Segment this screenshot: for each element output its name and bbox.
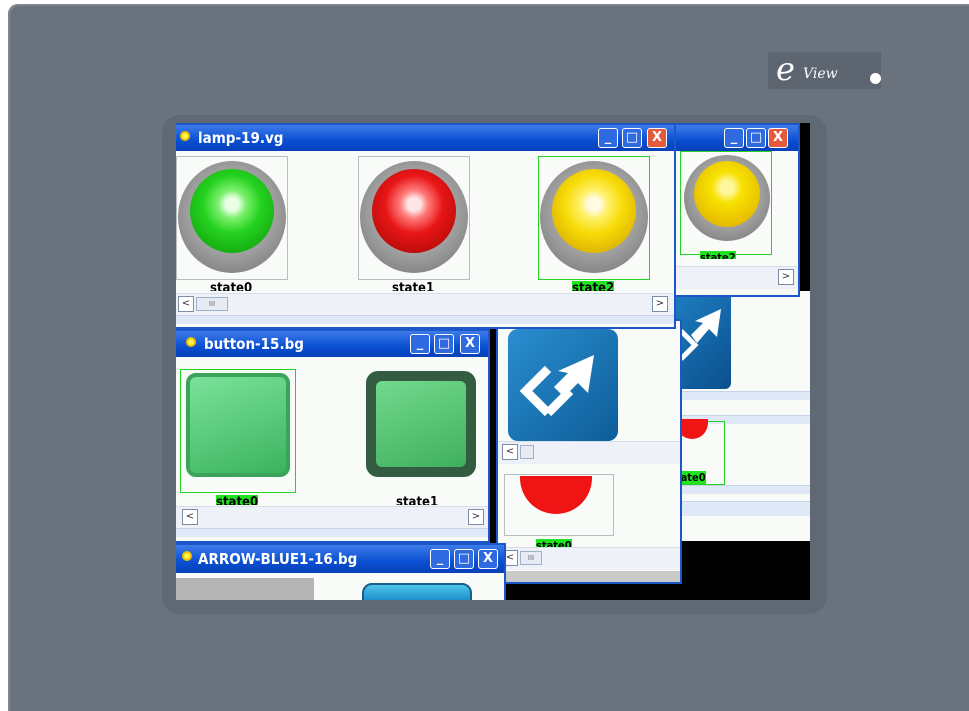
minimize-button[interactable]: _ bbox=[598, 128, 618, 148]
logo-letter: e bbox=[776, 50, 795, 88]
green-button-state0 bbox=[186, 373, 290, 477]
scroll-strip bbox=[668, 501, 810, 516]
maximize-button[interactable]: □ bbox=[746, 128, 766, 148]
scroll-left-arrow[interactable]: < bbox=[502, 444, 518, 460]
window-blue-arrow-back: state0 bbox=[668, 291, 810, 541]
window-arrow-blue: ARROW-BLUE1-16.bg _ □ X bbox=[176, 543, 506, 600]
window-title: button-15.bg bbox=[204, 335, 304, 353]
state-label: state1 bbox=[396, 495, 439, 505]
minimize-button[interactable]: _ bbox=[430, 549, 450, 569]
minimize-button[interactable]: _ bbox=[410, 334, 430, 354]
horizontal-scrollbar[interactable]: < III > bbox=[176, 293, 674, 316]
scroll-thumb[interactable] bbox=[520, 445, 534, 459]
gear-icon bbox=[186, 337, 196, 347]
window-title: lamp-19.vg bbox=[198, 129, 284, 147]
lamp-green bbox=[190, 169, 274, 253]
window-titlebar: ARROW-BLUE1-16.bg _ □ X bbox=[176, 545, 504, 573]
window-content: state2 > bbox=[670, 151, 798, 295]
horizontal-scrollbar[interactable]: < III bbox=[498, 547, 680, 570]
lamp-yellow bbox=[694, 161, 760, 227]
lamp-red bbox=[372, 169, 456, 253]
window-title: ARROW-BLUE1-16.bg bbox=[198, 550, 358, 568]
state-label: state0 bbox=[536, 539, 572, 547]
gray-panel bbox=[176, 578, 314, 600]
arrow-image bbox=[508, 329, 618, 441]
state-label: state2 bbox=[572, 281, 615, 291]
scroll-strip bbox=[176, 315, 674, 324]
power-led bbox=[870, 73, 881, 84]
scroll-left-arrow[interactable]: < bbox=[178, 296, 194, 312]
window-content: state0 state1 state2 < III > bbox=[176, 151, 674, 327]
window-content: state0 state1 < > bbox=[176, 357, 488, 541]
hmi-screen: state0 _ □ X state2 > < state0 < III but… bbox=[176, 123, 810, 600]
gear-icon bbox=[180, 131, 190, 141]
state-label: state1 bbox=[392, 281, 435, 291]
scroll-thumb[interactable]: III bbox=[196, 297, 228, 311]
gray-panel bbox=[498, 571, 680, 582]
close-button[interactable]: X bbox=[460, 334, 480, 354]
scroll-left-arrow[interactable]: < bbox=[182, 509, 198, 525]
horizontal-scrollbar[interactable]: < > bbox=[176, 506, 488, 529]
window-lamp-back: _ □ X state2 > bbox=[668, 123, 800, 297]
window-lamp: lamp-19.vg _ □ X state0 state1 state2 < bbox=[176, 123, 676, 329]
window-content bbox=[176, 573, 504, 600]
scroll-strip bbox=[668, 485, 810, 494]
close-button[interactable]: X bbox=[478, 549, 498, 569]
state-label: state0 bbox=[216, 495, 259, 505]
state-label: state2 bbox=[700, 251, 736, 259]
horizontal-scrollbar[interactable]: < bbox=[498, 441, 680, 464]
blue-button-partial bbox=[362, 583, 472, 600]
window-button: button-15.bg _ □ X state0 state1 < > bbox=[176, 329, 490, 543]
close-button[interactable]: X bbox=[647, 128, 667, 148]
scroll-right-arrow[interactable]: > bbox=[652, 296, 668, 312]
gear-icon bbox=[182, 551, 192, 561]
scroll-thumb[interactable]: III bbox=[520, 551, 542, 565]
scroll-right-arrow[interactable]: > bbox=[468, 509, 484, 525]
maximize-button[interactable]: □ bbox=[454, 549, 474, 569]
green-button-state1-face bbox=[376, 381, 466, 467]
scroll-right-arrow[interactable]: > bbox=[778, 269, 794, 285]
horizontal-scrollbar[interactable]: > bbox=[670, 266, 798, 289]
eview-logo: e View bbox=[768, 50, 881, 89]
minimize-button[interactable]: _ bbox=[724, 128, 744, 148]
state-label: state0 bbox=[210, 281, 253, 291]
window-titlebar: lamp-19.vg _ □ X bbox=[176, 125, 674, 151]
scroll-strip bbox=[176, 528, 488, 537]
window-blue-arrow: < state0 < III bbox=[496, 319, 682, 584]
close-button[interactable]: X bbox=[768, 128, 788, 148]
window-titlebar: button-15.bg _ □ X bbox=[176, 331, 488, 357]
maximize-button[interactable]: □ bbox=[622, 128, 642, 148]
logo-text: View bbox=[803, 66, 838, 82]
window-content: state0 bbox=[668, 291, 810, 541]
lamp-yellow bbox=[552, 169, 636, 253]
window-titlebar: _ □ X bbox=[670, 125, 798, 151]
maximize-button[interactable]: □ bbox=[434, 334, 454, 354]
window-content: < state0 < III bbox=[498, 321, 680, 582]
scroll-strip bbox=[668, 391, 810, 400]
